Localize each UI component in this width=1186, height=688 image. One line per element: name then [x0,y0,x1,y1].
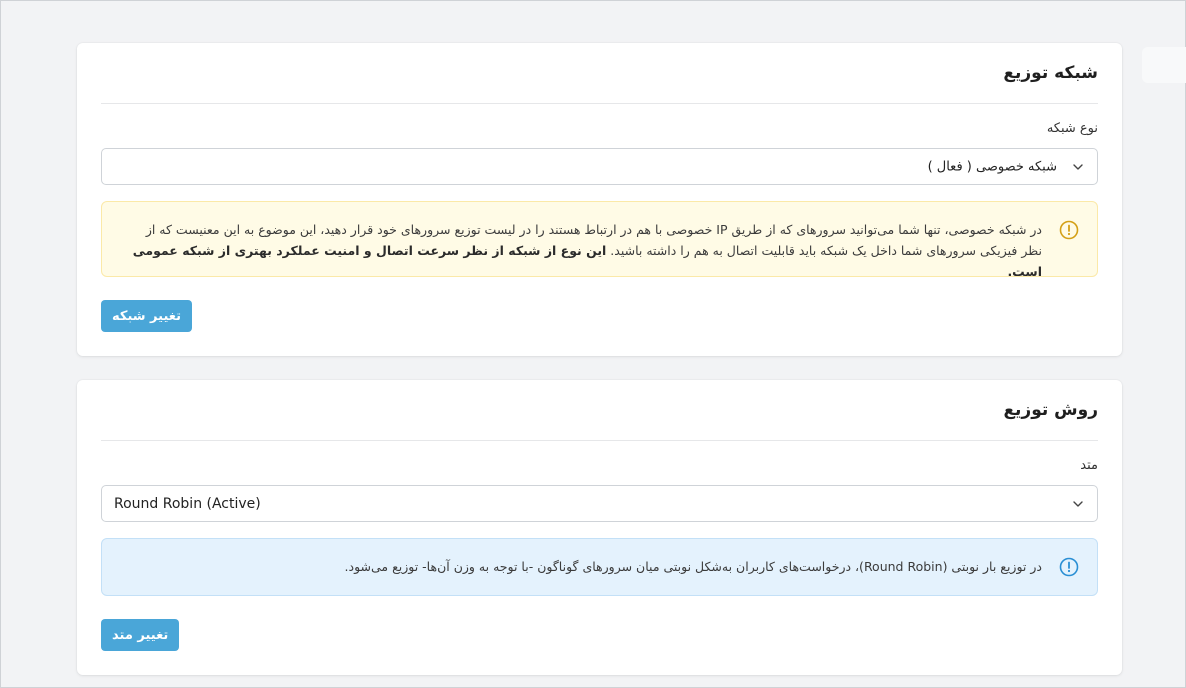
chevron-down-icon [1073,500,1083,507]
warning-circle-icon [1059,220,1079,240]
method-card-title: روش توزیع [1003,400,1098,420]
network-warning-alert: در شبکه خصوصی، تنها شما می‌توانید سرورها… [101,201,1098,279]
network-type-label: نوع شبکه [1046,121,1098,136]
method-card-divider [101,440,1098,441]
method-value: Round Robin (Active) [114,495,261,512]
network-card: شبکه توزیع نوع شبکه شبکه خصوصی ( فعال ) … [77,43,1122,356]
side-panel-stub [1142,47,1186,83]
network-type-select[interactable]: شبکه خصوصی ( فعال ) [101,148,1098,185]
method-select[interactable]: Round Robin (Active) [101,485,1098,522]
network-card-divider [101,103,1098,104]
change-network-button[interactable]: تغییر شبکه [101,300,192,332]
method-card: روش توزیع متد Round Robin (Active) در تو… [77,380,1122,675]
chevron-down-icon [1073,163,1083,170]
network-warning-text: در شبکه خصوصی، تنها شما می‌توانید سرورها… [126,219,1042,282]
network-type-value: شبکه خصوصی ( فعال ) [927,159,1057,174]
change-method-button[interactable]: تغییر متد [101,619,180,651]
method-label: متد [1080,458,1098,473]
method-info-text: در توزیع بار نوبتی (Round Robin)، درخواس… [344,559,1042,574]
network-card-title: شبکه توزیع [1003,63,1098,83]
info-circle-icon [1059,557,1079,577]
method-info-alert: در توزیع بار نوبتی (Round Robin)، درخواس… [101,538,1098,596]
